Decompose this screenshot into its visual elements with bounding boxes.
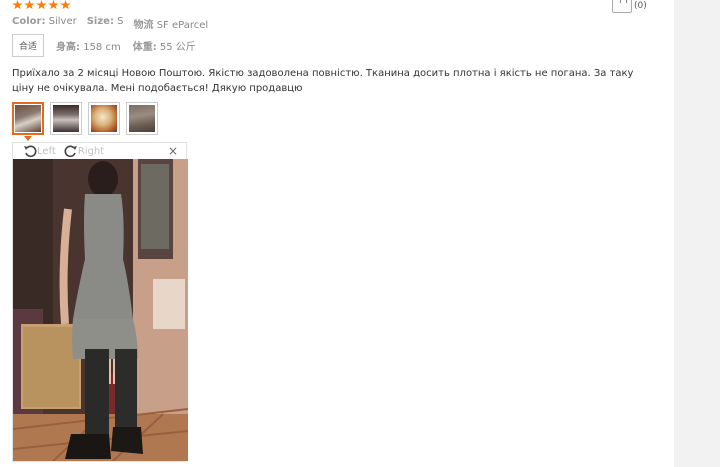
star-icon bbox=[12, 0, 23, 10]
review-text: Приїхало за 2 місяці Новою Поштою. Якіст… bbox=[12, 68, 634, 94]
size-attribute: Size: S bbox=[86, 16, 124, 27]
rotate-left-label: Left bbox=[37, 145, 56, 157]
thumbnail-image bbox=[53, 105, 79, 132]
photo-thumbnail-1[interactable] bbox=[12, 102, 44, 135]
rotate-left-button[interactable]: Left bbox=[23, 144, 56, 158]
rotate-left-icon bbox=[24, 145, 37, 158]
star-icon bbox=[36, 0, 47, 10]
review-photo bbox=[13, 159, 188, 461]
star-icon bbox=[24, 0, 35, 10]
thumbnail-image bbox=[15, 105, 41, 132]
photo-viewer: Left Right × bbox=[12, 142, 188, 462]
thumbs-up-icon[interactable] bbox=[612, 0, 632, 13]
review-photo-image bbox=[13, 159, 188, 461]
helpful-button[interactable]: (0) bbox=[612, 0, 647, 13]
helpful-count: (0) bbox=[634, 0, 647, 11]
order-attributes: Color: Silver Size: S 物流 SF eParcel bbox=[12, 16, 208, 31]
photo-thumbnail-4[interactable] bbox=[126, 102, 158, 135]
rotate-right-label: Right bbox=[77, 145, 105, 157]
scroll-gutter bbox=[674, 0, 720, 467]
height-info: 身高: 158 cm bbox=[56, 42, 121, 53]
close-icon[interactable]: × bbox=[168, 145, 178, 157]
rotate-right-button[interactable]: Right bbox=[64, 144, 104, 158]
color-attribute: Color: Silver bbox=[12, 16, 77, 27]
rotate-right-icon bbox=[64, 145, 77, 158]
fit-info: 合适 身高: 158 cm 体重: 55 公斤 bbox=[12, 34, 196, 57]
star-icon bbox=[60, 0, 71, 10]
viewer-toolbar: Left Right × bbox=[13, 143, 186, 159]
active-thumbnail-pointer bbox=[24, 136, 32, 141]
star-icon bbox=[48, 0, 59, 10]
thumbnail-image bbox=[91, 105, 117, 132]
photo-thumbnail-3[interactable] bbox=[88, 102, 120, 135]
thumbnail-image bbox=[129, 105, 155, 132]
photo-thumbnails bbox=[12, 102, 158, 135]
star-rating bbox=[12, 0, 71, 10]
fit-badge: 合适 bbox=[12, 34, 45, 57]
photo-thumbnail-2[interactable] bbox=[50, 102, 82, 135]
weight-info: 体重: 55 公斤 bbox=[132, 42, 196, 53]
shipping-attribute: 物流 SF eParcel bbox=[133, 20, 209, 31]
